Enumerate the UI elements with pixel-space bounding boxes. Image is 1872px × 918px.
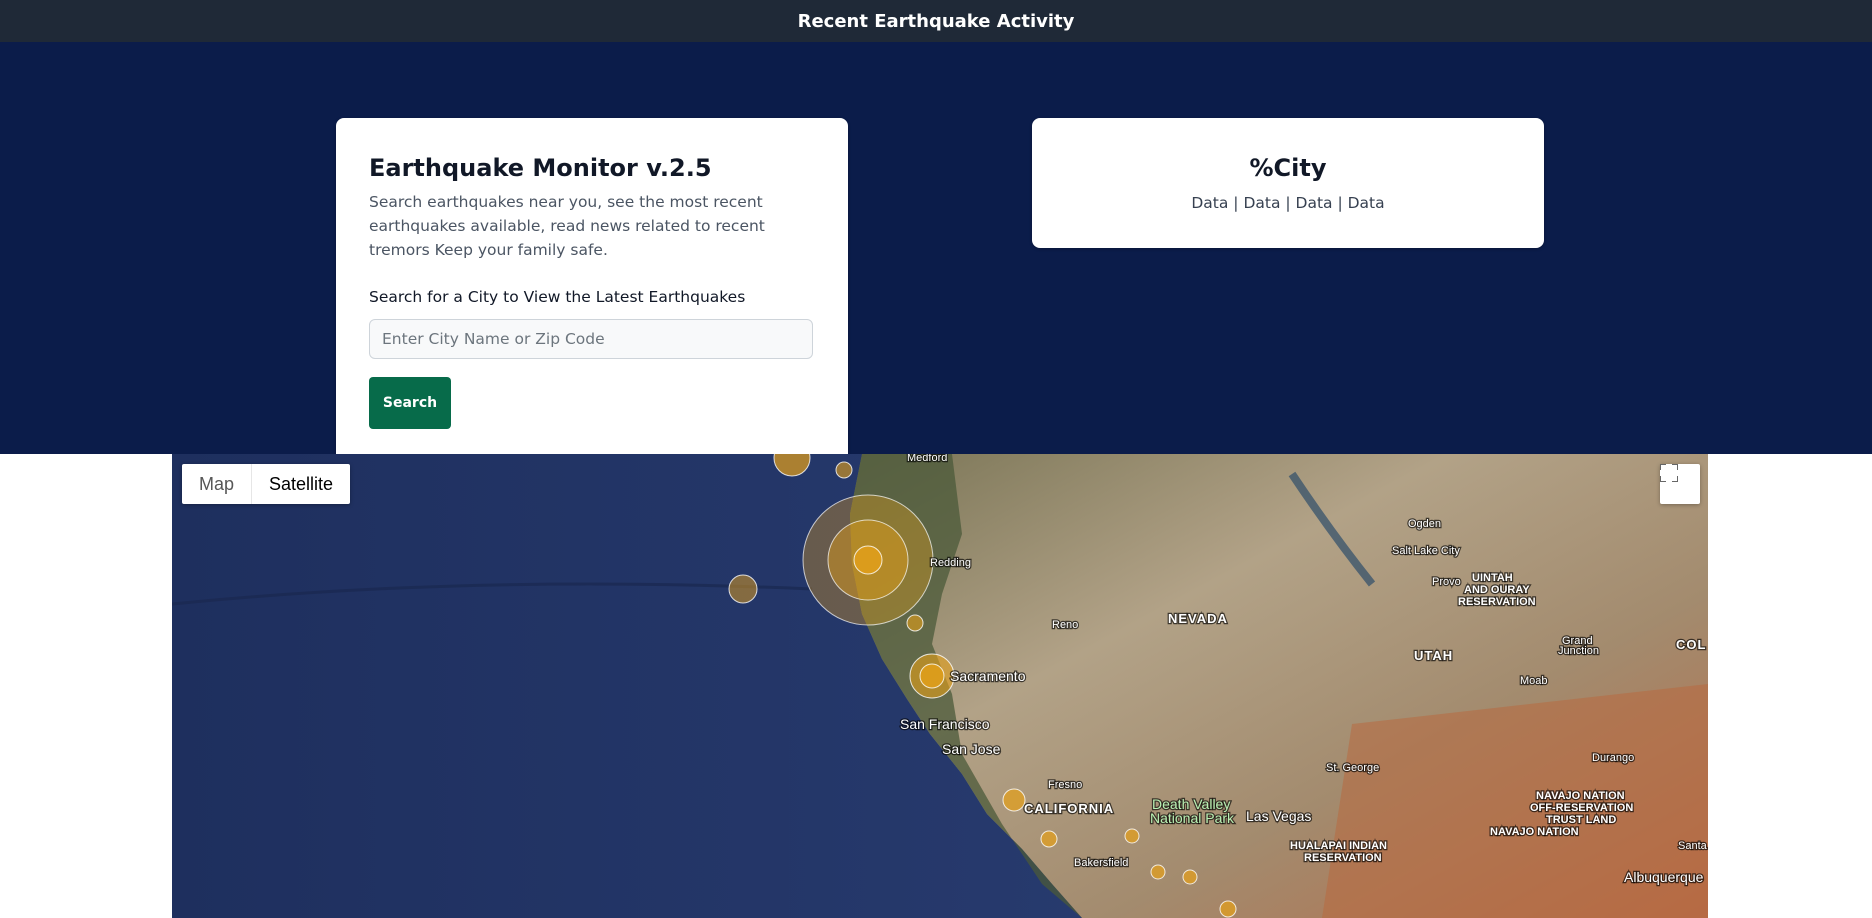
label-ogden: Ogden [1408,518,1441,530]
label-hualapai-2: RESERVATION [1304,852,1382,864]
label-sacramento: Sacramento [950,668,1026,684]
label-bakersfield: Bakersfield [1074,857,1128,869]
earthquake-map[interactable]: Medford Redding Reno NEVADA Ogden Salt L… [172,454,1708,918]
label-death-valley-2: National Park [1150,810,1235,826]
label-santa-fe: Santa [1678,840,1708,852]
label-medford: Medford [907,454,947,464]
label-navajo-2: OFF-RESERVATION [1530,802,1633,814]
label-navajo-3: TRUST LAND [1546,814,1616,826]
label-salt-lake-city: Salt Lake City [1392,545,1460,557]
map-type-control: Map Satellite [182,464,351,504]
label-hualapai-1: HUALAPAI INDIAN [1290,840,1387,852]
earthquake-marker[interactable] [835,461,853,479]
earthquake-marker[interactable] [853,545,883,575]
label-navajo-4: NAVAJO NATION [1490,826,1579,838]
label-uintah-1: UINTAH [1472,572,1513,584]
label-provo: Provo [1432,576,1461,588]
earthquake-marker[interactable] [1150,864,1166,880]
earthquake-marker[interactable] [1040,830,1058,848]
monitor-title: Earthquake Monitor v.2.5 [369,154,712,182]
label-uintah-3: RESERVATION [1458,596,1536,608]
label-san-jose: San Jose [942,741,1001,757]
map-type-map-button[interactable]: Map [182,464,253,504]
earthquake-marker[interactable] [728,574,758,604]
earthquake-marker[interactable] [1124,828,1140,844]
label-colorado: COL [1676,637,1706,652]
earthquake-marker[interactable] [906,614,924,632]
top-header: Recent Earthquake Activity [0,0,1872,42]
label-grand-junction-2: Junction [1558,645,1599,657]
earthquake-marker[interactable] [1219,900,1237,918]
label-albuquerque: Albuquerque [1624,869,1704,885]
label-utah: UTAH [1414,648,1453,663]
label-fresno: Fresno [1048,779,1082,791]
satellite-map-canvas: Medford Redding Reno NEVADA Ogden Salt L… [172,454,1708,918]
city-card: %City Data | Data | Data | Data [1032,118,1544,248]
hero-section: Earthquake Monitor v.2.5 Search earthqua… [0,42,1872,462]
label-california: CALIFORNIA [1024,801,1114,816]
map-type-satellite-button[interactable]: Satellite [252,464,350,504]
label-las-vegas: Las Vegas [1246,808,1311,824]
earthquake-marker[interactable] [919,663,945,689]
fullscreen-icon [1660,464,1678,482]
search-label: Search for a City to View the Latest Ear… [369,288,746,306]
label-uintah-2: AND OURAY [1464,584,1530,596]
label-redding: Redding [930,557,971,569]
search-button[interactable]: Search [369,377,451,429]
label-san-francisco: San Francisco [900,716,990,732]
label-nevada: NEVADA [1168,611,1228,626]
city-title: %City [1249,154,1327,182]
fullscreen-button[interactable] [1660,464,1700,504]
earthquake-marker[interactable] [1002,788,1026,812]
label-st-george: St. George [1326,762,1379,774]
monitor-card: Earthquake Monitor v.2.5 Search earthqua… [336,118,848,462]
label-moab: Moab [1520,675,1548,687]
earthquake-marker[interactable] [1182,869,1198,885]
label-navajo-1: NAVAJO NATION [1536,790,1625,802]
monitor-description: Search earthquakes near you, see the mos… [369,193,765,259]
label-durango: Durango [1592,752,1634,764]
city-data: Data | Data | Data | Data [1191,194,1385,212]
city-search-input[interactable] [369,319,813,359]
page-title: Recent Earthquake Activity [797,10,1075,32]
label-reno: Reno [1052,619,1078,631]
